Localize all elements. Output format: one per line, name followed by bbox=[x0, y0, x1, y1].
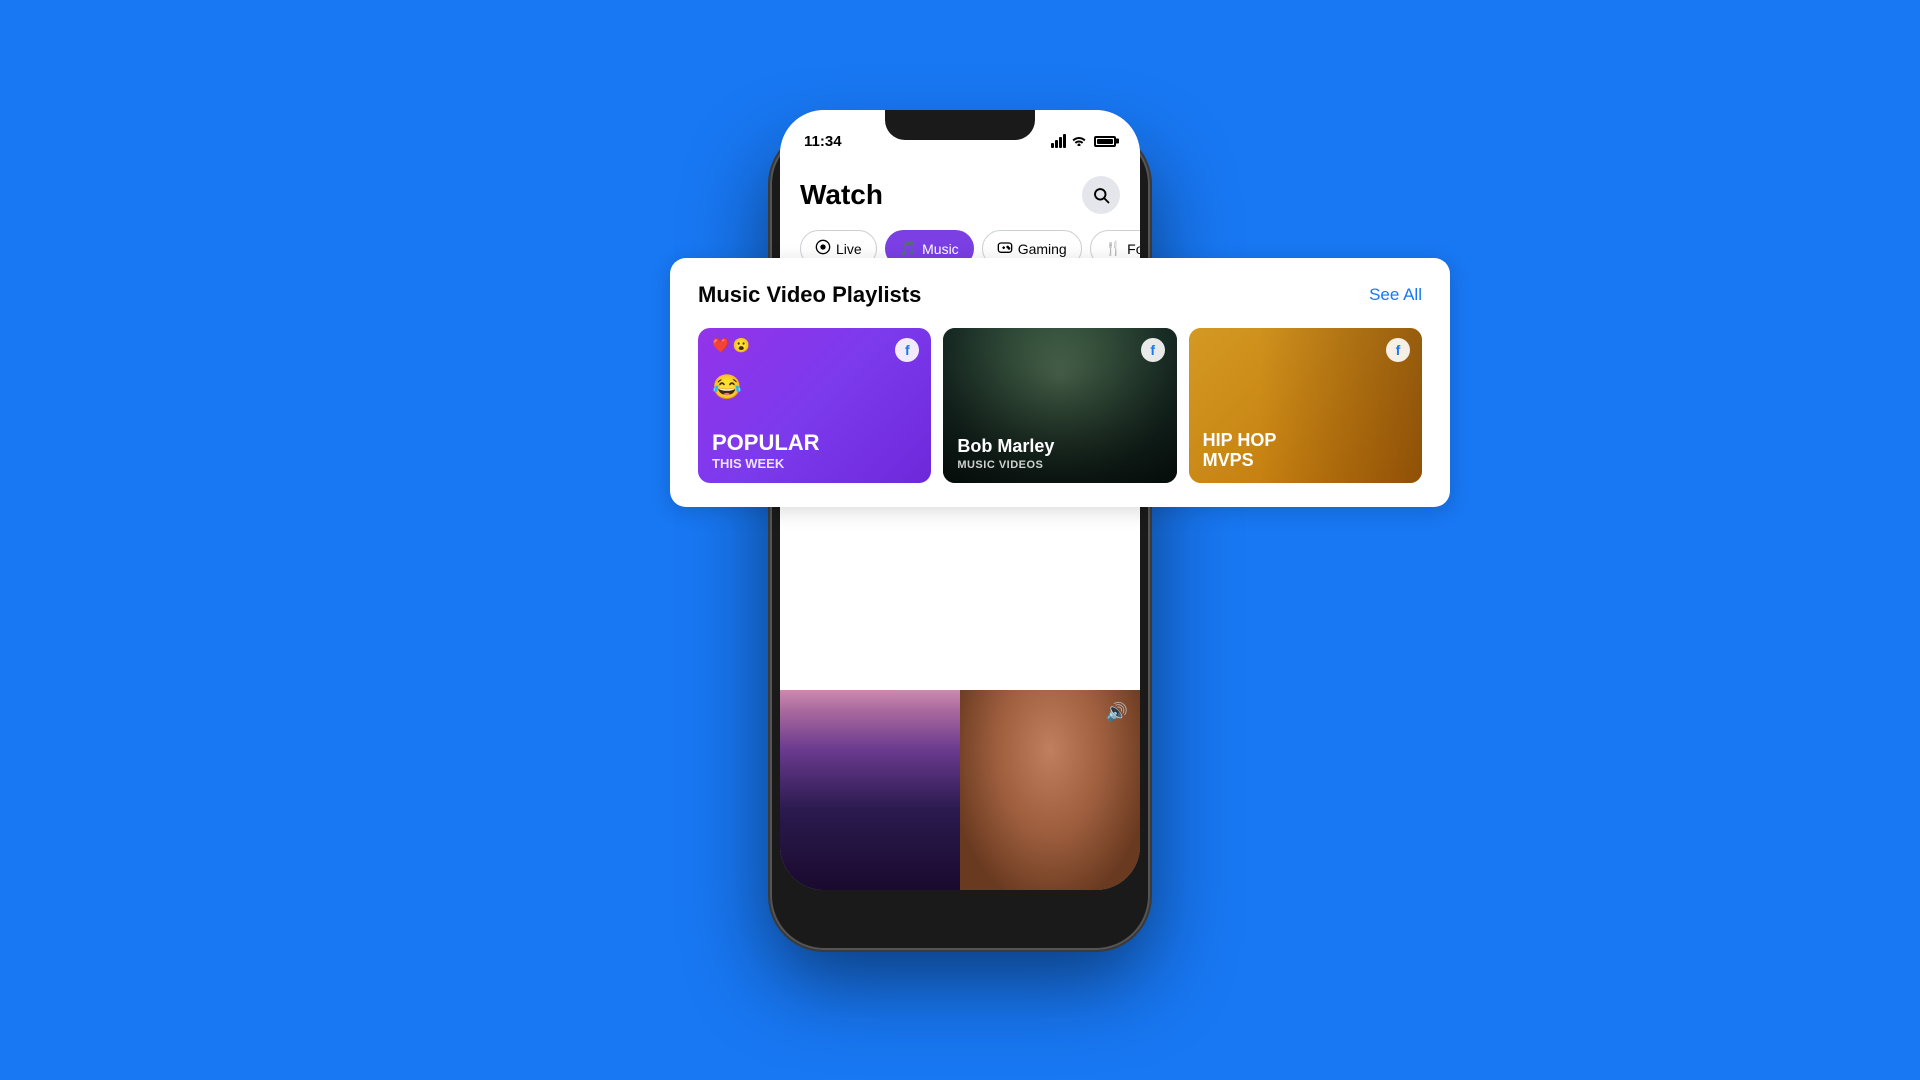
hiphop-title: HIP HOP bbox=[1203, 431, 1408, 451]
wifi-icon bbox=[1071, 133, 1087, 149]
bob-title: Bob Marley bbox=[957, 437, 1162, 457]
popular-subtitle: THIS WEEK bbox=[712, 456, 917, 471]
popular-title: POPULAR bbox=[712, 432, 917, 454]
wow-emoji: 😮 bbox=[732, 338, 749, 352]
tab-gaming-label: Gaming bbox=[1018, 241, 1067, 257]
playlist-hiphop[interactable]: f HIP HOP MVPs bbox=[1189, 328, 1422, 483]
volume-icon[interactable]: 🔊 bbox=[1106, 702, 1128, 723]
signal-icon bbox=[1051, 134, 1066, 148]
tab-food-label: Food bbox=[1127, 241, 1140, 257]
phone-mockup: 11:34 bbox=[750, 90, 1170, 990]
tab-music-label: Music bbox=[922, 241, 959, 257]
hiphop-subtitle: MVPs bbox=[1203, 451, 1408, 471]
tab-live-label: Live bbox=[836, 241, 862, 257]
card-title: Music Video Playlists bbox=[698, 282, 921, 308]
phone-notch bbox=[885, 110, 1035, 140]
playlist-bob-marley[interactable]: f Bob Marley MUSIC VIDEOS bbox=[943, 328, 1176, 483]
heart-emoji: ❤️ bbox=[712, 338, 729, 352]
gaming-icon bbox=[997, 240, 1013, 257]
hiphop-content: HIP HOP MVPs bbox=[1189, 419, 1422, 483]
fb-badge-hiphop: f bbox=[1386, 338, 1410, 362]
status-icons bbox=[1051, 129, 1116, 149]
page-title: Watch bbox=[800, 179, 883, 211]
music-icon: 🎵 bbox=[900, 240, 917, 257]
playlists-row: ❤️ 😮 f 😂 POPULAR THIS WEEK bbox=[698, 328, 1422, 483]
video-left bbox=[780, 690, 960, 890]
watch-header: Watch bbox=[780, 160, 1140, 226]
fb-badge-popular: f bbox=[895, 338, 919, 362]
facebook-logo-hiphop: f bbox=[1386, 338, 1410, 362]
bottom-video-section: 🔊 bbox=[780, 690, 1140, 890]
video-right: 🔊 bbox=[960, 690, 1140, 890]
battery-icon bbox=[1094, 136, 1116, 147]
laugh-emoji: 😂 bbox=[712, 374, 742, 401]
food-icon: 🍴 bbox=[1105, 240, 1122, 257]
card-header: Music Video Playlists See All bbox=[698, 282, 1422, 308]
popular-content: POPULAR THIS WEEK bbox=[698, 420, 931, 483]
emoji-row: ❤️ 😮 bbox=[712, 338, 750, 352]
playlist-popular[interactable]: ❤️ 😮 f 😂 POPULAR THIS WEEK bbox=[698, 328, 931, 483]
fb-badge-bob: f bbox=[1141, 338, 1165, 362]
playlist-card: Music Video Playlists See All ❤️ 😮 f 😂 bbox=[670, 258, 1450, 507]
live-icon bbox=[815, 239, 831, 258]
status-time: 11:34 bbox=[804, 129, 842, 150]
see-all-link[interactable]: See All bbox=[1369, 285, 1422, 305]
bob-subtitle: MUSIC VIDEOS bbox=[957, 459, 1162, 471]
facebook-logo-bob: f bbox=[1141, 338, 1165, 362]
bob-content: Bob Marley MUSIC VIDEOS bbox=[943, 425, 1176, 483]
search-button[interactable] bbox=[1082, 176, 1120, 214]
facebook-logo-popular: f bbox=[895, 338, 919, 362]
